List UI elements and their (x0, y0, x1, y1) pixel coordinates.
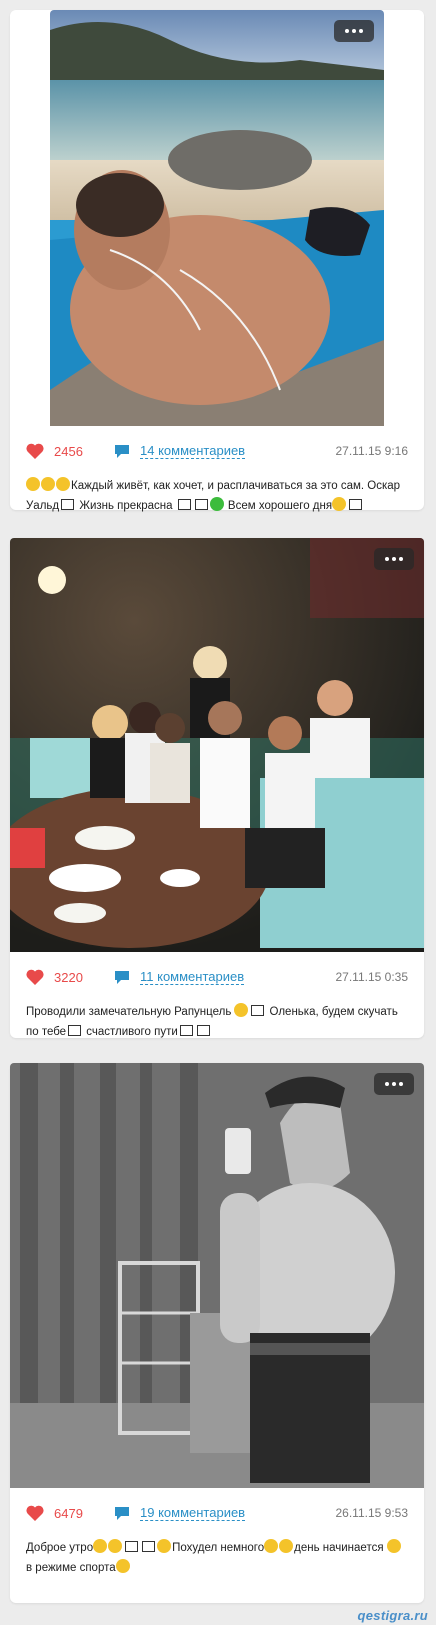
missing-glyph-icon (349, 499, 363, 510)
green-heart-icon (209, 497, 224, 511)
post-date: 27.11.15 0:35 (335, 970, 408, 984)
post-photo[interactable] (10, 1063, 424, 1488)
beach-photo (50, 10, 384, 426)
comments-button[interactable]: 11 комментариев (114, 969, 245, 985)
smiley-icon (115, 1559, 130, 1573)
comments-link[interactable]: 14 комментариев (140, 443, 246, 459)
like-count: 3220 (54, 969, 83, 985)
relieved-icon (264, 1539, 279, 1553)
comments-link[interactable]: 11 комментариев (140, 969, 245, 985)
missing-glyph-icon (142, 1541, 156, 1552)
winking-icon (93, 1539, 108, 1553)
more-options-button[interactable] (374, 548, 414, 570)
like-button[interactable]: 6479 (26, 1505, 114, 1521)
post-date: 26.11.15 9:53 (335, 1506, 408, 1520)
post-caption: Доброе утро Похудел немного день начинаетс… (10, 1538, 424, 1596)
more-options-button[interactable] (334, 20, 374, 42)
caption-text: Доброе утро (26, 1542, 94, 1554)
victory-hand-icon (108, 1539, 123, 1553)
chat-icon (115, 970, 129, 984)
missing-glyph-icon (125, 1541, 139, 1552)
missing-glyph-icon (196, 1025, 210, 1036)
heart-icon (26, 969, 44, 985)
princess-icon (234, 1003, 249, 1017)
post-card: 3220 11 комментариев 27.11.15 0:35 Прово… (10, 538, 424, 1038)
post-caption: Проводили замечательную Рапунцель Оленьк… (10, 1002, 424, 1060)
post-photo[interactable] (50, 10, 384, 426)
smirk-icon (157, 1539, 172, 1553)
smiley-icon (279, 1539, 294, 1553)
smiley-icon (26, 477, 40, 491)
caption-text: Жизнь прекрасна (76, 500, 176, 512)
caption-text: день начинается (294, 1542, 384, 1554)
post-date: 27.11.15 9:16 (335, 444, 408, 458)
chat-icon (115, 1506, 129, 1520)
missing-glyph-icon (251, 1005, 265, 1016)
missing-glyph-icon (61, 499, 75, 510)
mirror-selfie-photo (10, 1063, 424, 1488)
site-watermark: qestigra.ru (357, 1608, 428, 1623)
group-photo (10, 538, 424, 952)
like-button[interactable]: 2456 (26, 443, 114, 459)
missing-glyph-icon (68, 1025, 82, 1036)
comments-button[interactable]: 19 комментариев (114, 1505, 246, 1521)
comments-link[interactable]: 19 комментариев (140, 1505, 246, 1521)
post-meta: 2456 14 комментариев 27.11.15 9:16 (10, 426, 424, 476)
smiley-icon (56, 477, 70, 491)
missing-glyph-icon (194, 499, 208, 510)
caption-text: Всем хорошего дня (224, 500, 333, 512)
like-button[interactable]: 3220 (26, 969, 114, 985)
heart-icon (26, 443, 44, 459)
comments-button[interactable]: 14 комментариев (114, 443, 246, 459)
post-photo[interactable] (10, 538, 424, 952)
smiley-icon (41, 477, 55, 491)
post-card: 6479 19 комментариев 26.11.15 9:53 Добро… (10, 1063, 424, 1603)
caption-text: в режиме спорта (26, 1562, 116, 1574)
like-count: 6479 (54, 1505, 83, 1521)
more-options-button[interactable] (374, 1073, 414, 1095)
sunglasses-icon (386, 1539, 401, 1553)
caption-text: счастливого пути (83, 1026, 178, 1038)
chat-icon (115, 444, 129, 458)
post-meta: 3220 11 комментариев 27.11.15 0:35 (10, 952, 424, 1002)
missing-glyph-icon (177, 499, 191, 510)
missing-glyph-icon (179, 1025, 193, 1036)
post-card: 2456 14 комментариев 27.11.15 9:16 Кажды… (10, 10, 424, 512)
heart-icon (26, 1505, 44, 1521)
caption-text: Проводили замечательную Рапунцель (26, 1006, 232, 1018)
like-count: 2456 (54, 443, 83, 459)
post-meta: 6479 19 комментариев 26.11.15 9:53 (10, 1488, 424, 1538)
victory-hand-icon (332, 497, 347, 511)
caption-text: Похудел немного (172, 1542, 265, 1554)
post-caption: Каждый живёт, как хочет, и расплачиватьс… (10, 476, 424, 534)
